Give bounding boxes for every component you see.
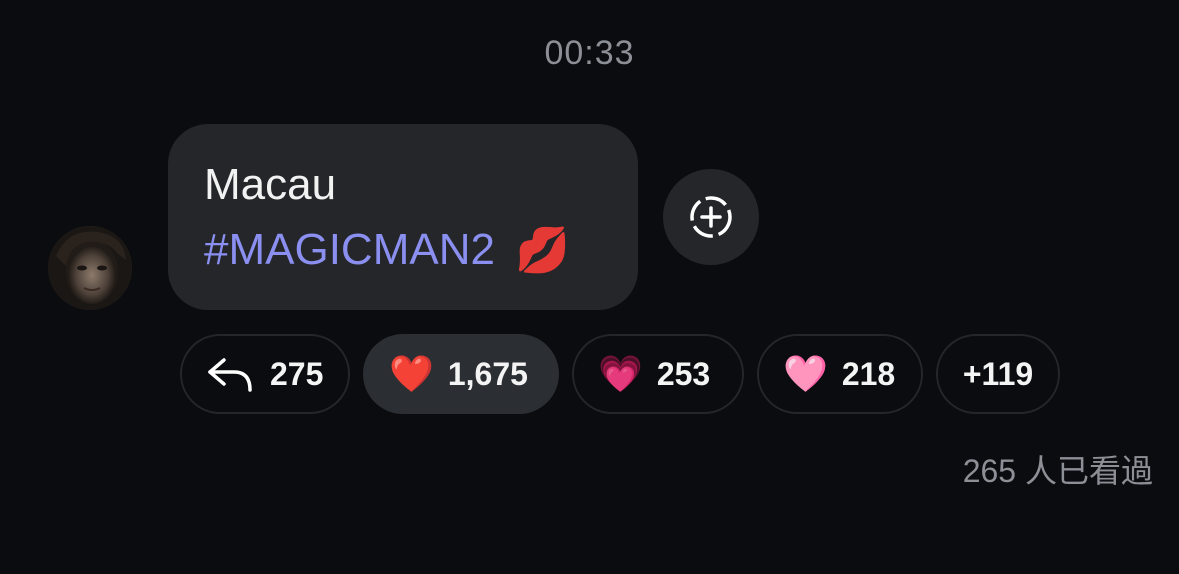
message-timestamp: 00:33 <box>544 34 635 72</box>
more-reactions-pill[interactable]: +119 <box>936 334 1060 414</box>
pink-heart-count: 218 <box>841 355 896 392</box>
pink-heart-reaction-pill[interactable]: 🩷 218 <box>757 334 923 414</box>
more-reactions-count: +119 <box>962 355 1034 392</box>
view-count[interactable]: 265 人已看過 <box>963 446 1153 492</box>
reply-arrow-icon <box>208 358 252 392</box>
red-heart-count: 1,675 <box>447 355 528 392</box>
add-reaction-button[interactable] <box>663 169 759 265</box>
sparkling-heart-emoji: 💗 <box>598 353 643 394</box>
sparkling-heart-reaction-pill[interactable]: 💗 253 <box>572 334 744 414</box>
sparkling-heart-count: 253 <box>656 355 711 392</box>
add-circle-dashed-icon <box>690 196 732 238</box>
hashtag-link[interactable]: #MAGICMAN2 <box>204 225 495 275</box>
kiss-mark-emoji: 💋 <box>514 226 570 275</box>
message-hashtag-line: #MAGICMAN2 💋 <box>204 224 570 276</box>
reaction-bar: 275 ❤️ 1,675 💗 253 🩷 218 +119 <box>180 334 1060 414</box>
reply-count: 275 <box>270 355 324 392</box>
pink-heart-emoji: 🩷 <box>783 353 828 394</box>
red-heart-emoji: ❤️ <box>389 353 434 394</box>
avatar[interactable] <box>48 226 132 310</box>
reply-reaction-pill[interactable]: 275 <box>180 334 350 414</box>
message-text: Macau <box>204 160 337 209</box>
avatar-image <box>48 226 132 310</box>
red-heart-reaction-pill[interactable]: ❤️ 1,675 <box>363 334 559 414</box>
message-bubble[interactable]: Macau #MAGICMAN2 💋 <box>168 124 638 310</box>
